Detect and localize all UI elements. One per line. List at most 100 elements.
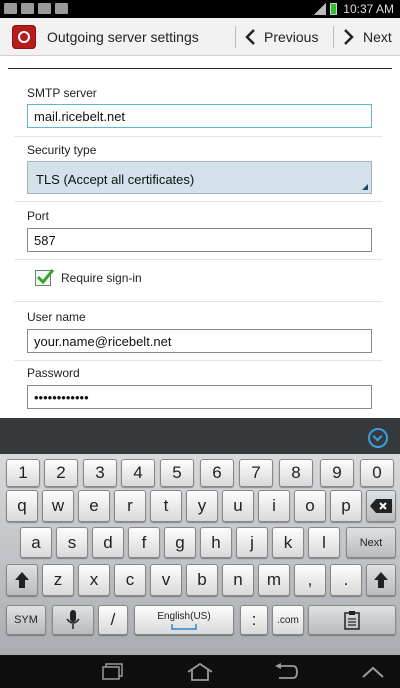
shift-key-right[interactable] [366,564,396,596]
key-v[interactable]: v [150,564,182,596]
key-5[interactable]: 5 [160,459,194,487]
home-icon [187,662,213,681]
key-q[interactable]: q [6,490,38,522]
next-button[interactable]: Next [343,23,392,51]
battery-icon [330,3,338,15]
page-title: Outgoing server settings [47,29,199,45]
backspace-key[interactable] [366,490,396,522]
space-key[interactable]: English(US) [134,605,234,635]
row-divider [14,136,382,137]
image-notification-icon [4,3,17,14]
status-bar: 10:37 AM [0,0,400,18]
key-p[interactable]: p [330,490,362,522]
recent-apps-icon [102,663,123,680]
notification-icons [4,3,68,14]
status-time: 10:37 AM [343,2,394,16]
back-button[interactable] [271,660,301,684]
sym-key[interactable]: SYM [6,605,46,635]
key-1[interactable]: 1 [6,459,40,487]
key-c[interactable]: c [114,564,146,596]
next-label: Next [363,29,392,45]
back-icon [275,663,298,679]
key-m[interactable]: m [258,564,290,596]
username-label: User name [27,310,86,324]
key-s[interactable]: s [56,527,88,558]
keyboard-collapse-icon[interactable] [368,428,388,448]
key-2[interactable]: 2 [44,459,78,487]
backspace-icon [370,499,392,513]
key-y[interactable]: y [186,490,218,522]
dropdown-corner-icon [362,184,368,190]
previous-label: Previous [264,29,319,45]
media-notification-icon [55,3,68,14]
port-input[interactable]: 587 [27,228,372,252]
key-i[interactable]: i [258,490,290,522]
key-n[interactable]: n [222,564,254,596]
email-app-icon [12,25,36,49]
key-k[interactable]: k [272,527,304,558]
clipboard-key[interactable] [308,605,396,635]
key-u[interactable]: u [222,490,254,522]
require-signin-row[interactable]: Require sign-in [35,269,142,286]
key-e[interactable]: e [78,490,110,522]
key-x[interactable]: x [78,564,110,596]
next-key[interactable]: Next [346,527,396,558]
comma-key[interactable]: , [294,564,326,596]
key-b[interactable]: b [186,564,218,596]
shift-key-left[interactable] [6,564,38,596]
key-4[interactable]: 4 [121,459,155,487]
dotcom-key[interactable]: .com [272,605,304,635]
smtp-server-input[interactable]: mail.ricebelt.net [27,104,372,128]
row-divider [14,201,382,202]
key-6[interactable]: 6 [200,459,234,487]
home-button[interactable] [185,660,215,684]
key-3[interactable]: 3 [83,459,117,487]
key-7[interactable]: 7 [239,459,273,487]
key-o[interactable]: o [294,490,326,522]
previous-button[interactable]: Previous [244,23,318,51]
key-0[interactable]: 0 [360,459,394,487]
key-z[interactable]: z [42,564,74,596]
row-divider [14,301,382,302]
key-w[interactable]: w [42,490,74,522]
key-g[interactable]: g [164,527,196,558]
password-input[interactable]: •••••••••••• [27,385,372,409]
chevron-right-icon [344,29,354,45]
key-r[interactable]: r [114,490,146,522]
navigation-bar [0,655,400,688]
space-bar-icon [171,623,197,630]
key-a[interactable]: a [20,527,52,558]
colon-key[interactable]: : [240,605,268,635]
action-bar: Outgoing server settings Previous Next [0,18,400,56]
signal-icon [314,3,327,15]
key-8[interactable]: 8 [279,459,313,487]
username-input[interactable]: your.name@ricebelt.net [27,329,372,353]
key-9[interactable]: 9 [320,459,354,487]
security-type-value: TLS (Accept all certificates) [36,172,195,187]
key-d[interactable]: d [92,527,124,558]
key-l[interactable]: l [308,527,340,558]
smtp-server-label: SMTP server [27,86,97,100]
download-notification-icon [21,3,34,14]
shift-icon [374,572,388,588]
require-signin-label: Require sign-in [61,271,142,285]
keyboard-toolbar [0,418,400,454]
key-f[interactable]: f [128,527,160,558]
system-icons: 10:37 AM [314,2,394,16]
key-t[interactable]: t [150,490,182,522]
shift-icon [15,572,29,588]
security-type-label: Security type [27,143,97,157]
slash-key[interactable]: / [98,605,128,635]
recent-apps-button[interactable] [98,660,128,684]
key-h[interactable]: h [200,527,232,558]
require-signin-checkbox[interactable] [35,269,55,286]
chevron-left-icon [245,29,255,45]
period-key[interactable]: . [330,564,362,596]
voice-key[interactable] [52,605,94,635]
header-separator [8,68,392,69]
security-type-select[interactable]: TLS (Accept all certificates) [27,161,372,194]
divider [333,26,334,48]
hide-keyboard-button[interactable] [358,660,388,684]
key-j[interactable]: j [236,527,268,558]
microphone-icon [66,610,80,629]
